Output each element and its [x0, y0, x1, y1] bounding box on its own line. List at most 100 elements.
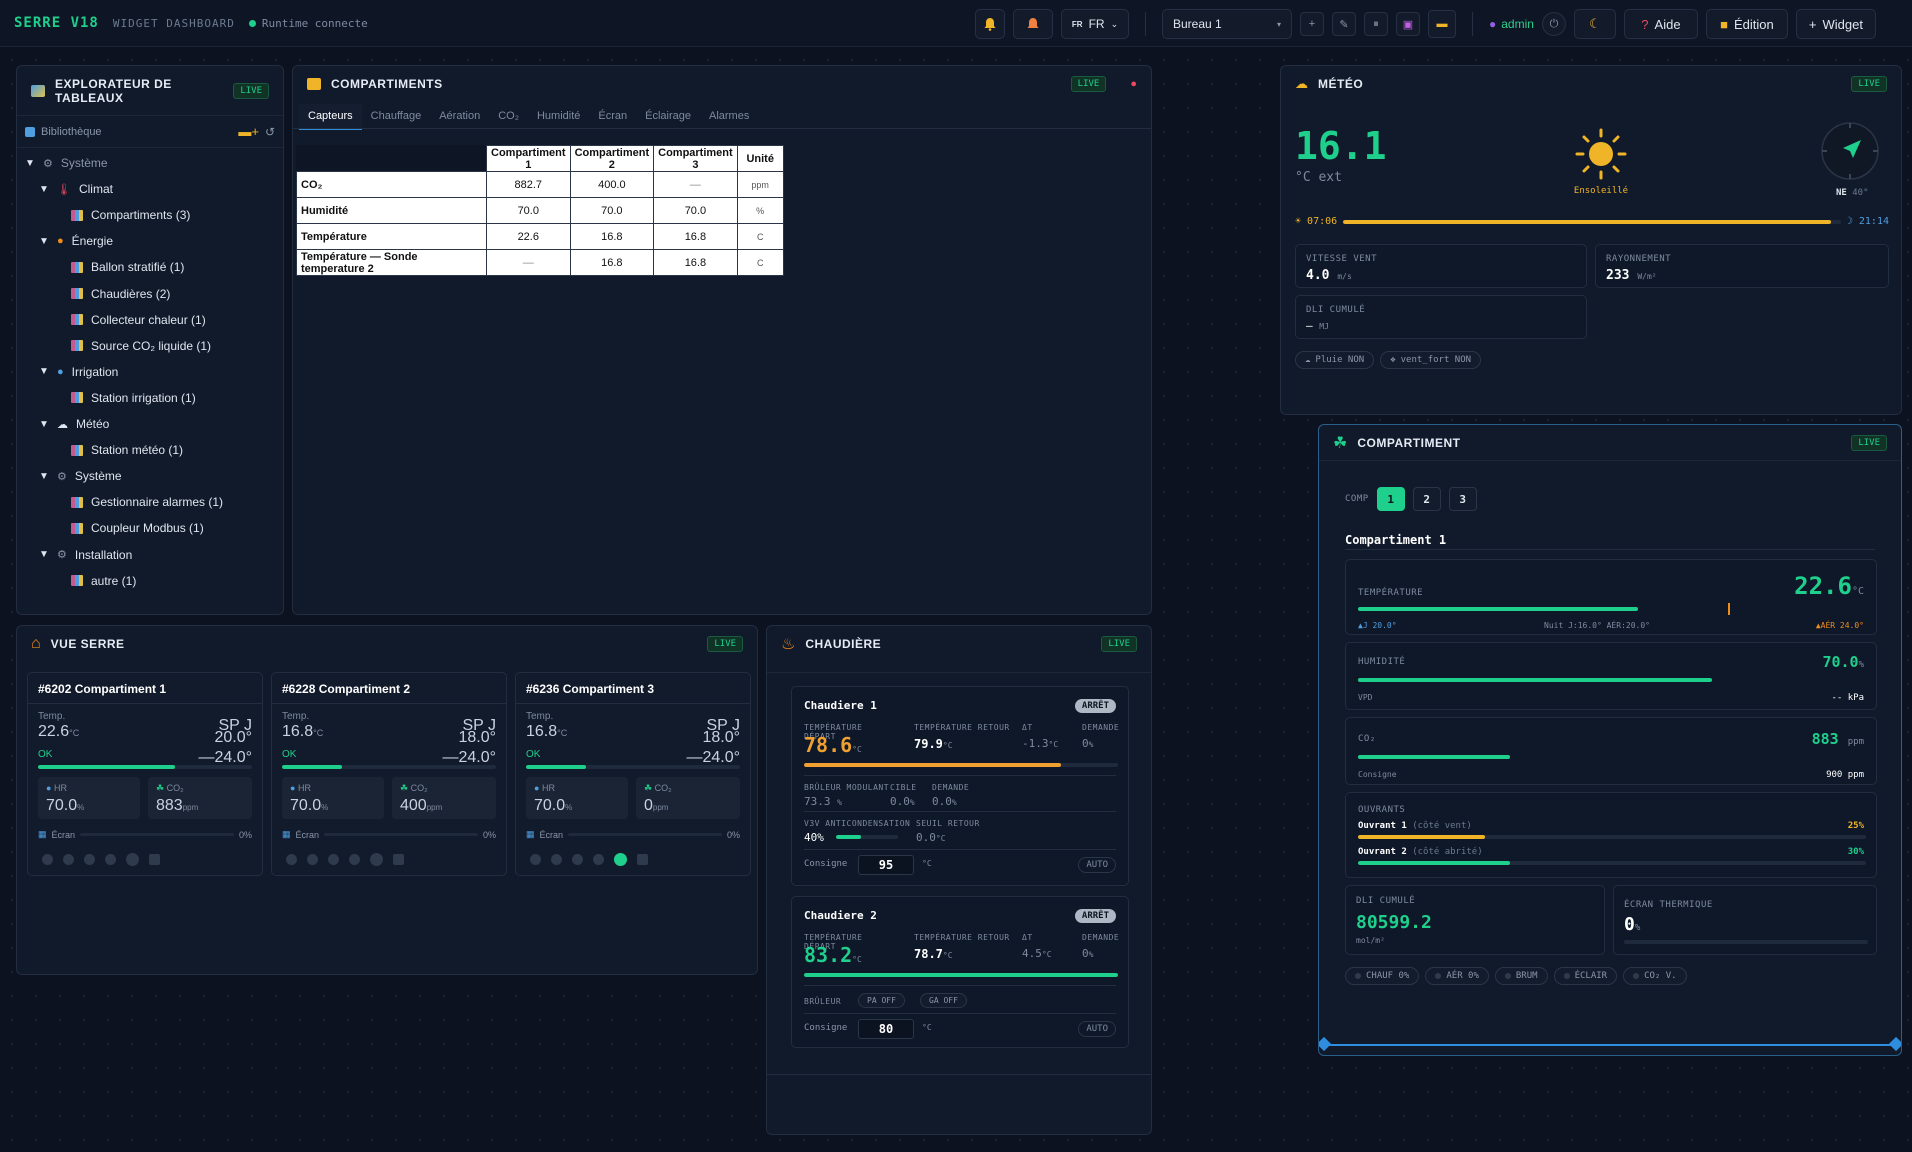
expand-icon[interactable]: ▼ — [39, 471, 49, 482]
panel-title: COMPARTIMENT — [1357, 435, 1461, 450]
alarm-bell-icon[interactable] — [1013, 9, 1053, 39]
chip-label: CO₂ V. — [1644, 971, 1677, 981]
tab-4[interactable]: Humidité — [528, 104, 589, 130]
tab-1[interactable]: Chauffage — [362, 104, 431, 130]
comp-label: COMP — [1345, 494, 1369, 504]
edit-button[interactable]: ■ Édition — [1705, 9, 1788, 39]
tab-2[interactable]: Aération — [430, 104, 489, 130]
tree-item[interactable]: ▼ ⚙ Système — [25, 156, 108, 170]
dli-unit: MJ — [1319, 322, 1329, 331]
plus-icon: + — [1808, 16, 1817, 32]
compartment-card[interactable]: #6202 Compartiment 1 Temp. 22.6°C SP J 20.0°… — [27, 672, 263, 876]
setpoint-input[interactable]: 80 — [858, 1019, 914, 1039]
tree-item[interactable]: ▼ ● Énergie — [39, 234, 113, 248]
tab-3[interactable]: CO₂ — [489, 104, 528, 130]
setpoint-input[interactable]: 95 — [858, 855, 914, 875]
card-title: #6228 Compartiment 2 — [282, 682, 411, 696]
co2-label: CO₂ — [410, 783, 428, 793]
expand-icon[interactable]: ▼ — [39, 366, 49, 377]
tree-item[interactable]: ▼ ☁ Météo — [39, 417, 109, 431]
language-select[interactable]: FR FR ⌄ — [1061, 9, 1129, 39]
cons-label: Consigne — [804, 859, 848, 869]
radiation-label: RAYONNEMENT — [1606, 254, 1672, 264]
tree-item[interactable]: Station météo (1) — [53, 443, 183, 457]
boiler-1-card: Chaudiere 1 ARRÊT TEMPÉRATURE DÉPART 78.… — [791, 686, 1129, 886]
co2-value: 883 — [1811, 730, 1839, 748]
tree-item[interactable]: ▼ 🌡 Climat — [39, 182, 113, 196]
sensor-table: Compartiment 1 Compartiment 2 Compartiment… — [296, 145, 784, 276]
expand-icon[interactable]: ▼ — [39, 236, 49, 247]
card-temp: 16.8°C — [282, 723, 323, 741]
folder-icon[interactable]: ▬ — [1428, 10, 1456, 38]
heat-icon — [530, 854, 541, 865]
tree-item[interactable]: ▼ ⚙ Installation — [39, 548, 132, 562]
help-button[interactable]: ? Aide — [1623, 9, 1698, 39]
screen-unit: % — [1634, 923, 1641, 933]
unit: % — [1088, 950, 1094, 959]
boiler-2-card: Chaudiere 2 ARRÊT TEMPÉRATURE DÉPART 83.… — [791, 896, 1129, 1048]
expand-icon[interactable]: ▼ — [39, 184, 49, 195]
power-icon[interactable]: ⏻ — [1541, 12, 1566, 36]
pa-status-chip: PA OFF — [858, 993, 905, 1008]
dli-value: — — [1306, 319, 1313, 332]
ecran-bar — [324, 833, 478, 836]
tree-item[interactable]: autre (1) — [53, 574, 136, 588]
temp-bar — [38, 765, 252, 769]
chip-label: BRUM — [1515, 971, 1538, 981]
new-folder-icon[interactable]: ▬+ — [238, 124, 259, 139]
tree-item[interactable]: Compartiments (3) — [53, 208, 190, 222]
tree-item-label: Installation — [74, 547, 133, 562]
tree-item[interactable]: Ballon stratifié (1) — [53, 260, 184, 274]
tab-0[interactable]: Capteurs — [299, 104, 362, 130]
bell-icon[interactable] — [975, 9, 1005, 39]
chevron-down-icon: ▾ — [1276, 19, 1281, 29]
resize-handle[interactable] — [1319, 1036, 1332, 1052]
comp-2-button[interactable]: 2 — [1412, 487, 1441, 511]
comp-1-button[interactable]: 1 — [1376, 487, 1405, 511]
tree-item[interactable]: Station irrigation (1) — [53, 391, 196, 405]
table-cell: 16.8 — [653, 223, 738, 250]
resize-handle[interactable] — [1888, 1036, 1901, 1052]
radiation-unit: W/m² — [1637, 272, 1657, 281]
tree-item-label: Coupleur Modbus (1) — [91, 521, 204, 536]
refresh-icon[interactable]: ↺ — [265, 125, 275, 139]
tab-5[interactable]: Écran — [589, 104, 636, 130]
dem2-value: 0.0 — [932, 795, 952, 808]
app-brand: SERRE V18 — [14, 15, 99, 31]
panel-title: EXPLORATEUR DE TABLEAUX — [55, 76, 172, 105]
compartment-card[interactable]: #6228 Compartiment 2 Temp. 16.8°C SP J 18.0°… — [271, 672, 507, 876]
board-select[interactable]: Bureau 1 ▾ — [1162, 9, 1292, 39]
tree-item[interactable]: Collecteur chaleur (1) — [53, 313, 206, 327]
tree-item[interactable]: Source CO₂ liquide (1) — [53, 339, 211, 353]
add-widget-button[interactable]: + Widget — [1795, 9, 1876, 39]
vue-serre-panel: ⌂ VUE SERRE LIVE #6202 Compartiment 1 Tem… — [16, 625, 758, 975]
tab-7[interactable]: Alarmes — [700, 104, 758, 130]
auto-toggle[interactable]: AUTO — [1078, 1021, 1116, 1037]
user-menu[interactable]: ● admin — [1489, 17, 1534, 31]
expand-icon[interactable]: ▼ — [39, 549, 49, 560]
live-badge: LIVE — [1070, 76, 1107, 92]
expand-icon[interactable]: ▼ — [25, 158, 35, 169]
tab-6[interactable]: Éclairage — [636, 104, 700, 130]
leaf-icon: ☘ — [156, 783, 165, 793]
auto-toggle[interactable]: AUTO — [1078, 857, 1116, 873]
temp-bar — [526, 765, 740, 769]
delete-icon[interactable]: ⏸ — [1364, 12, 1388, 36]
save-icon[interactable]: ▣ — [1396, 12, 1420, 36]
tree-item[interactable]: Chaudières (2) — [53, 287, 170, 301]
expand-icon[interactable]: ▼ — [39, 419, 49, 430]
tree-item[interactable]: ▼ ● Irrigation — [39, 365, 118, 379]
rename-icon[interactable]: ✎ — [1332, 12, 1356, 36]
table-row: Température — Sonde temperature 2—16.8 16… — [296, 249, 784, 276]
pin-icon[interactable]: ● — [1130, 78, 1137, 90]
tree-item[interactable]: Gestionnaire alarmes (1) — [53, 495, 223, 509]
moon-icon[interactable]: ☾ — [1573, 9, 1616, 39]
add-board-icon[interactable]: + — [1300, 12, 1324, 36]
tree-item[interactable]: ▼ ⚙ Système — [39, 469, 122, 483]
compartment-card[interactable]: #6236 Compartiment 3 Temp. 16.8°C SP J 18.0°… — [515, 672, 751, 876]
comp-3-button[interactable]: 3 — [1448, 487, 1477, 511]
sun-timeline: ☀ 07:06 ☽ 21:14 — [1295, 216, 1889, 227]
tree-item[interactable]: Coupleur Modbus (1) — [53, 521, 204, 535]
status-dot — [1563, 973, 1570, 979]
app-subtitle: WIDGET DASHBOARD — [112, 16, 235, 30]
